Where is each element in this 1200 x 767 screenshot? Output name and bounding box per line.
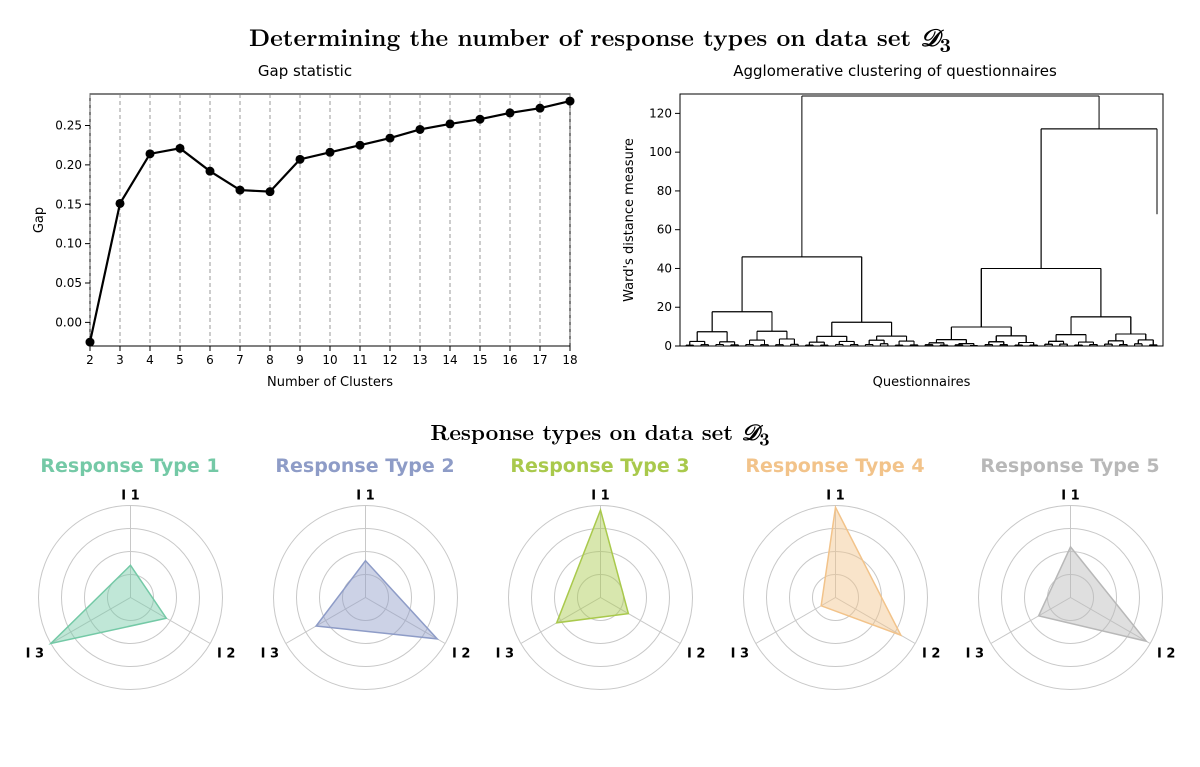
svg-text:I 3: I 3 <box>25 647 43 662</box>
svg-text:I 1: I 1 <box>826 489 844 504</box>
radar-title-1: Response Type 1 <box>40 455 219 477</box>
svg-text:6: 6 <box>206 353 214 367</box>
top-row: Gap statistic 2 3 4 5 6 7 8 9 10 11 12 13 14 15 16 17 18… <box>20 62 1180 394</box>
svg-text:0.25: 0.25 <box>55 118 82 132</box>
svg-text:I 1: I 1 <box>356 489 374 504</box>
radar-title-2: Response Type 2 <box>275 455 454 477</box>
svg-text:Ward's distance measure: Ward's distance measure <box>622 138 637 302</box>
svg-text:0.00: 0.00 <box>55 315 82 329</box>
svg-text:I 3: I 3 <box>730 647 748 662</box>
svg-text:18: 18 <box>562 353 577 367</box>
svg-text:I 3: I 3 <box>260 647 278 662</box>
svg-text:0.20: 0.20 <box>55 158 82 172</box>
svg-text:5: 5 <box>176 353 184 367</box>
svg-text:20: 20 <box>657 300 672 314</box>
svg-text:0: 0 <box>664 339 672 353</box>
svg-text:0.10: 0.10 <box>55 236 82 250</box>
svg-text:I 2: I 2 <box>921 647 939 662</box>
svg-text:100: 100 <box>649 145 672 159</box>
radar-title-5: Response Type 5 <box>980 455 1159 477</box>
svg-text:16: 16 <box>502 353 517 367</box>
radar-chart-3: I 1 I 2 I 3 <box>488 479 713 722</box>
svg-text:Gap: Gap <box>32 207 47 233</box>
dendrogram-chart: 0 20 40 60 80 100 120 Questionnaires Ward's dist… <box>615 84 1175 394</box>
svg-text:Number of Clusters: Number of Clusters <box>267 375 393 390</box>
radar-chart-4: I 1 I 2 I 3 <box>723 479 948 722</box>
svg-text:I 3: I 3 <box>495 647 513 662</box>
svg-text:0.05: 0.05 <box>55 276 82 290</box>
svg-text:8: 8 <box>266 353 274 367</box>
gap-panel-title: Gap statistic <box>258 62 352 80</box>
sub-title-text: Response types on data set 𝒟3 <box>430 416 769 447</box>
svg-text:14: 14 <box>442 353 457 367</box>
svg-text:11: 11 <box>352 353 367 367</box>
gap-panel: Gap statistic 2 3 4 5 6 7 8 9 10 11 12 13 14 15 16 17 18… <box>25 62 585 394</box>
svg-text:12: 12 <box>382 353 397 367</box>
radar-chart-5: I 1 I 2 I 3 <box>958 479 1183 722</box>
gap-chart: 2 3 4 5 6 7 8 9 10 11 12 13 14 15 16 17 18 0.00 0.05 0.10 0.… <box>25 84 585 394</box>
radar-cell-5: Response Type 5 I 1 I 2 I 3 <box>958 455 1183 722</box>
svg-text:9: 9 <box>296 353 304 367</box>
radar-title-4: Response Type 4 <box>745 455 924 477</box>
svg-text:I 3: I 3 <box>965 647 983 662</box>
svg-text:I 1: I 1 <box>1061 489 1079 504</box>
radar-title-3: Response Type 3 <box>510 455 689 477</box>
svg-text:2: 2 <box>86 353 94 367</box>
dendro-panel-title: Agglomerative clustering of questionnair… <box>733 62 1057 80</box>
svg-text:4: 4 <box>146 353 154 367</box>
svg-text:I 2: I 2 <box>451 647 469 662</box>
svg-text:I 2: I 2 <box>216 647 234 662</box>
svg-text:10: 10 <box>322 353 337 367</box>
radar-cell-1: Response Type 1 I 1 I 2 I 3 <box>18 455 243 722</box>
svg-text:I 1: I 1 <box>121 489 139 504</box>
dendro-panel: Agglomerative clustering of questionnair… <box>615 62 1175 394</box>
svg-text:17: 17 <box>532 353 547 367</box>
svg-text:I 2: I 2 <box>1156 647 1174 662</box>
svg-text:15: 15 <box>472 353 487 367</box>
radar-cell-3: Response Type 3 I 1 I 2 I 3 <box>488 455 713 722</box>
radar-chart-1: I 1 I 2 I 3 <box>18 479 243 722</box>
svg-text:I 1: I 1 <box>591 489 609 504</box>
svg-text:Questionnaires: Questionnaires <box>873 375 971 390</box>
radar-row: Response Type 1I 1I 2I 3Response Type 2I… <box>10 455 1190 722</box>
svg-text:7: 7 <box>236 353 244 367</box>
svg-text:3: 3 <box>116 353 124 367</box>
svg-text:60: 60 <box>657 222 672 236</box>
radar-chart-2: I 1 I 2 I 3 <box>253 479 478 722</box>
svg-text:I 2: I 2 <box>686 647 704 662</box>
sub-title: Response types on data set 𝒟3 <box>0 416 1200 451</box>
main-title-text: Determining the number of response types… <box>249 20 951 54</box>
svg-text:80: 80 <box>657 184 672 198</box>
svg-text:40: 40 <box>657 261 672 275</box>
radar-cell-4: Response Type 4 I 1 I 2 I 3 <box>723 455 948 722</box>
radar-cell-2: Response Type 2 I 1 I 2 I 3 <box>253 455 478 722</box>
figure-root: Determining the number of response types… <box>0 0 1200 742</box>
svg-text:13: 13 <box>412 353 427 367</box>
main-title: Determining the number of response types… <box>0 20 1200 58</box>
svg-text:120: 120 <box>649 106 672 120</box>
svg-text:0.15: 0.15 <box>55 197 82 211</box>
